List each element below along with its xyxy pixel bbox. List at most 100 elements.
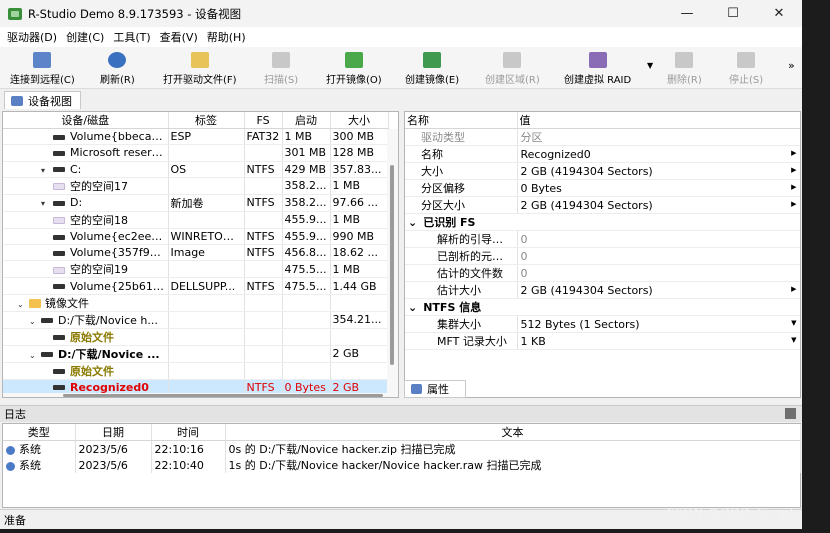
property-row[interactable]: ⌄ NTFS 信息 — [405, 298, 800, 316]
table-row[interactable]: ⌄ D:/下载/Novice h... 354.21... — [3, 311, 389, 329]
col-size[interactable]: 大小 — [330, 112, 389, 129]
collapse-toggle-icon[interactable]: ⌄ — [408, 301, 417, 314]
table-row[interactable]: 原始文件 — [3, 362, 389, 380]
expand-toggle-icon[interactable]: ▾ — [41, 166, 53, 175]
col-name[interactable]: 名称 — [405, 112, 518, 129]
property-value[interactable]: 2 GB (4194304 Sectors) ▶ — [516, 281, 800, 299]
device-name-cell[interactable]: Microsoft reserv... — [3, 144, 169, 162]
property-value[interactable]: 2 GB (4194304 Sectors) ▶ — [516, 196, 800, 214]
col-date[interactable]: 日期 — [75, 424, 152, 441]
expand-toggle-icon[interactable]: ⌄ — [17, 300, 29, 309]
open-drive-file-button[interactable]: 打开驱动文件(F) — [163, 49, 237, 87]
table-row[interactable]: Volume{bbecae... ESP FAT32 1 MB 300 MB — [3, 128, 389, 146]
log-row[interactable]: 系统 2023/5/6 22:10:16 0s 的 D:/下载/Novice hack… — [3, 440, 801, 457]
col-time[interactable]: 时间 — [151, 424, 226, 441]
property-row[interactable]: 分区大小 2 GB (4194304 Sectors) ▶ — [405, 196, 800, 214]
table-row[interactable]: 空的空间19 475.5... 1 MB — [3, 260, 389, 279]
property-row[interactable]: 解析的引导记录 0 — [405, 230, 800, 248]
log-close-icon[interactable] — [785, 408, 796, 419]
table-row[interactable]: Volume{ec2eec5... WINRETOO... NTFS 455.9...… — [3, 228, 389, 246]
property-group[interactable]: ⌄ NTFS 信息 — [405, 298, 800, 316]
property-row[interactable]: 驱动类型 分区 — [405, 128, 800, 146]
device-name-cell[interactable]: 空的空间19 — [3, 260, 169, 279]
connect-remote-button[interactable]: 连接到远程(C) — [10, 49, 75, 87]
device-name-cell[interactable]: ▾ C: — [3, 161, 169, 178]
table-row[interactable]: Volume{357f976... Image NTFS 456.8... 18.62 … — [3, 244, 389, 262]
table-row[interactable]: 原始文件 — [3, 328, 389, 346]
property-value[interactable]: 分区 — [516, 128, 800, 146]
property-value[interactable]: 2 GB (4194304 Sectors) ▶ — [516, 162, 800, 180]
device-name-cell[interactable]: Volume{ec2eec5... — [3, 228, 169, 246]
property-value[interactable]: 1 KB ▼ — [516, 332, 800, 350]
open-image-button[interactable]: 打开镜像(O) — [326, 49, 382, 87]
table-row[interactable]: ▾ C: OS NTFS 429 MB 357.83... — [3, 161, 389, 178]
property-row[interactable]: 名称 Recognized0 ▶ — [405, 145, 800, 163]
table-row[interactable]: ⌄ D:/下载/Novice ... 2 GB — [3, 345, 389, 363]
col-start[interactable]: 启动 — [282, 112, 331, 129]
maximize-button[interactable]: ☐ — [710, 0, 756, 27]
menu-create[interactable]: 创建(C) — [63, 29, 110, 45]
menu-help[interactable]: 帮助(H) — [204, 29, 252, 45]
property-row[interactable]: 估计的文件数 0 — [405, 264, 800, 282]
expand-arrow-icon[interactable]: ▶ — [791, 166, 796, 174]
refresh-button[interactable]: 刷新(R) — [100, 49, 135, 87]
property-group[interactable]: ⌄ 已识别 FS — [405, 213, 800, 231]
device-name-cell[interactable]: Volume{bbecae... — [3, 128, 169, 146]
minimize-button[interactable]: — — [664, 0, 710, 27]
dropdown-arrow-icon[interactable]: ▼ — [791, 336, 796, 344]
table-row[interactable]: Microsoft reserv... 301 MB 128 MB — [3, 144, 389, 162]
property-row[interactable]: ⌄ 已识别 FS — [405, 213, 800, 231]
table-row[interactable]: 空的空间17 358.2... 1 MB — [3, 177, 389, 195]
col-value[interactable]: 值 — [517, 112, 800, 129]
scroll-thumb[interactable] — [390, 165, 394, 365]
device-name-cell[interactable]: 空的空间18 — [3, 211, 169, 229]
close-button[interactable]: ✕ — [756, 0, 802, 27]
expand-toggle-icon[interactable]: ⌄ — [29, 317, 41, 326]
property-row[interactable]: 已剖析的元文件 0 — [405, 247, 800, 265]
device-name-cell[interactable]: Volume{25b61af... — [3, 277, 169, 295]
create-region-button[interactable]: 创建区域(R) — [485, 49, 540, 87]
device-name-cell[interactable]: 原始文件 — [3, 328, 169, 346]
col-device[interactable]: 设备/磁盘 — [3, 112, 169, 129]
device-name-cell[interactable]: ⌄ D:/下载/Novice h... — [3, 311, 169, 329]
property-row[interactable]: 分区偏移 0 Bytes ▶ — [405, 179, 800, 197]
property-row[interactable]: 集群大小 512 Bytes (1 Sectors) ▼ — [405, 315, 800, 333]
property-value[interactable]: 0 — [516, 230, 800, 248]
expand-arrow-icon[interactable]: ▶ — [791, 183, 796, 191]
col-fs[interactable]: FS — [244, 112, 283, 129]
expand-arrow-icon[interactable]: ▶ — [791, 285, 796, 293]
col-text[interactable]: 文本 — [225, 424, 801, 441]
device-name-cell[interactable]: Volume{357f976... — [3, 244, 169, 262]
log-row[interactable]: 系统 2023/5/6 22:10:40 1s 的 D:/下载/Novice hack… — [3, 457, 801, 473]
property-value[interactable]: 0 — [516, 264, 800, 282]
device-name-cell[interactable]: ⌄ 镜像文件 — [3, 294, 169, 312]
device-horizontal-scrollbar[interactable] — [3, 393, 388, 397]
table-row[interactable]: ▾ D: 新加卷 NTFS 358.2... 97.66 ... — [3, 194, 389, 212]
create-raid-button[interactable]: 创建虚拟 RAID — [564, 49, 631, 87]
menu-drives[interactable]: 驱动器(D) — [4, 29, 63, 45]
property-value[interactable]: Recognized0 ▶ — [516, 145, 800, 163]
col-label[interactable]: 标签 — [168, 112, 245, 129]
scroll-thumb[interactable] — [63, 394, 383, 397]
table-row[interactable]: 空的空间18 455.9... 1 MB — [3, 211, 389, 229]
expand-toggle-icon[interactable]: ▾ — [41, 199, 53, 208]
device-vertical-scrollbar[interactable] — [387, 129, 398, 397]
property-value[interactable]: 0 — [516, 247, 800, 265]
device-name-cell[interactable]: 原始文件 — [3, 362, 169, 380]
property-value[interactable]: 512 Bytes (1 Sectors) ▼ — [516, 315, 800, 333]
device-name-cell[interactable]: ▾ D: — [3, 194, 169, 212]
create-image-button[interactable]: 创建镜像(E) — [405, 49, 459, 87]
table-row[interactable]: ⌄ 镜像文件 — [3, 294, 389, 312]
property-row[interactable]: 估计大小 2 GB (4194304 Sectors) ▶ — [405, 281, 800, 299]
property-row[interactable]: 大小 2 GB (4194304 Sectors) ▶ — [405, 162, 800, 180]
menu-tools[interactable]: 工具(T) — [110, 29, 156, 45]
collapse-toggle-icon[interactable]: ⌄ — [408, 216, 417, 229]
device-name-cell[interactable]: ⌄ D:/下载/Novice ... — [3, 345, 169, 363]
property-value[interactable]: 0 Bytes ▶ — [516, 179, 800, 197]
stop-button[interactable]: 停止(S) — [729, 49, 763, 87]
delete-button[interactable]: 删除(R) — [667, 49, 702, 87]
menu-view[interactable]: 查看(V) — [157, 29, 204, 45]
tab-device-view[interactable]: 设备视图 — [4, 91, 81, 109]
property-row[interactable]: MFT 记录大小 1 KB ▼ — [405, 332, 800, 350]
table-row[interactable]: Volume{25b61af... DELLSUPP... NTFS 475.5...… — [3, 277, 389, 295]
